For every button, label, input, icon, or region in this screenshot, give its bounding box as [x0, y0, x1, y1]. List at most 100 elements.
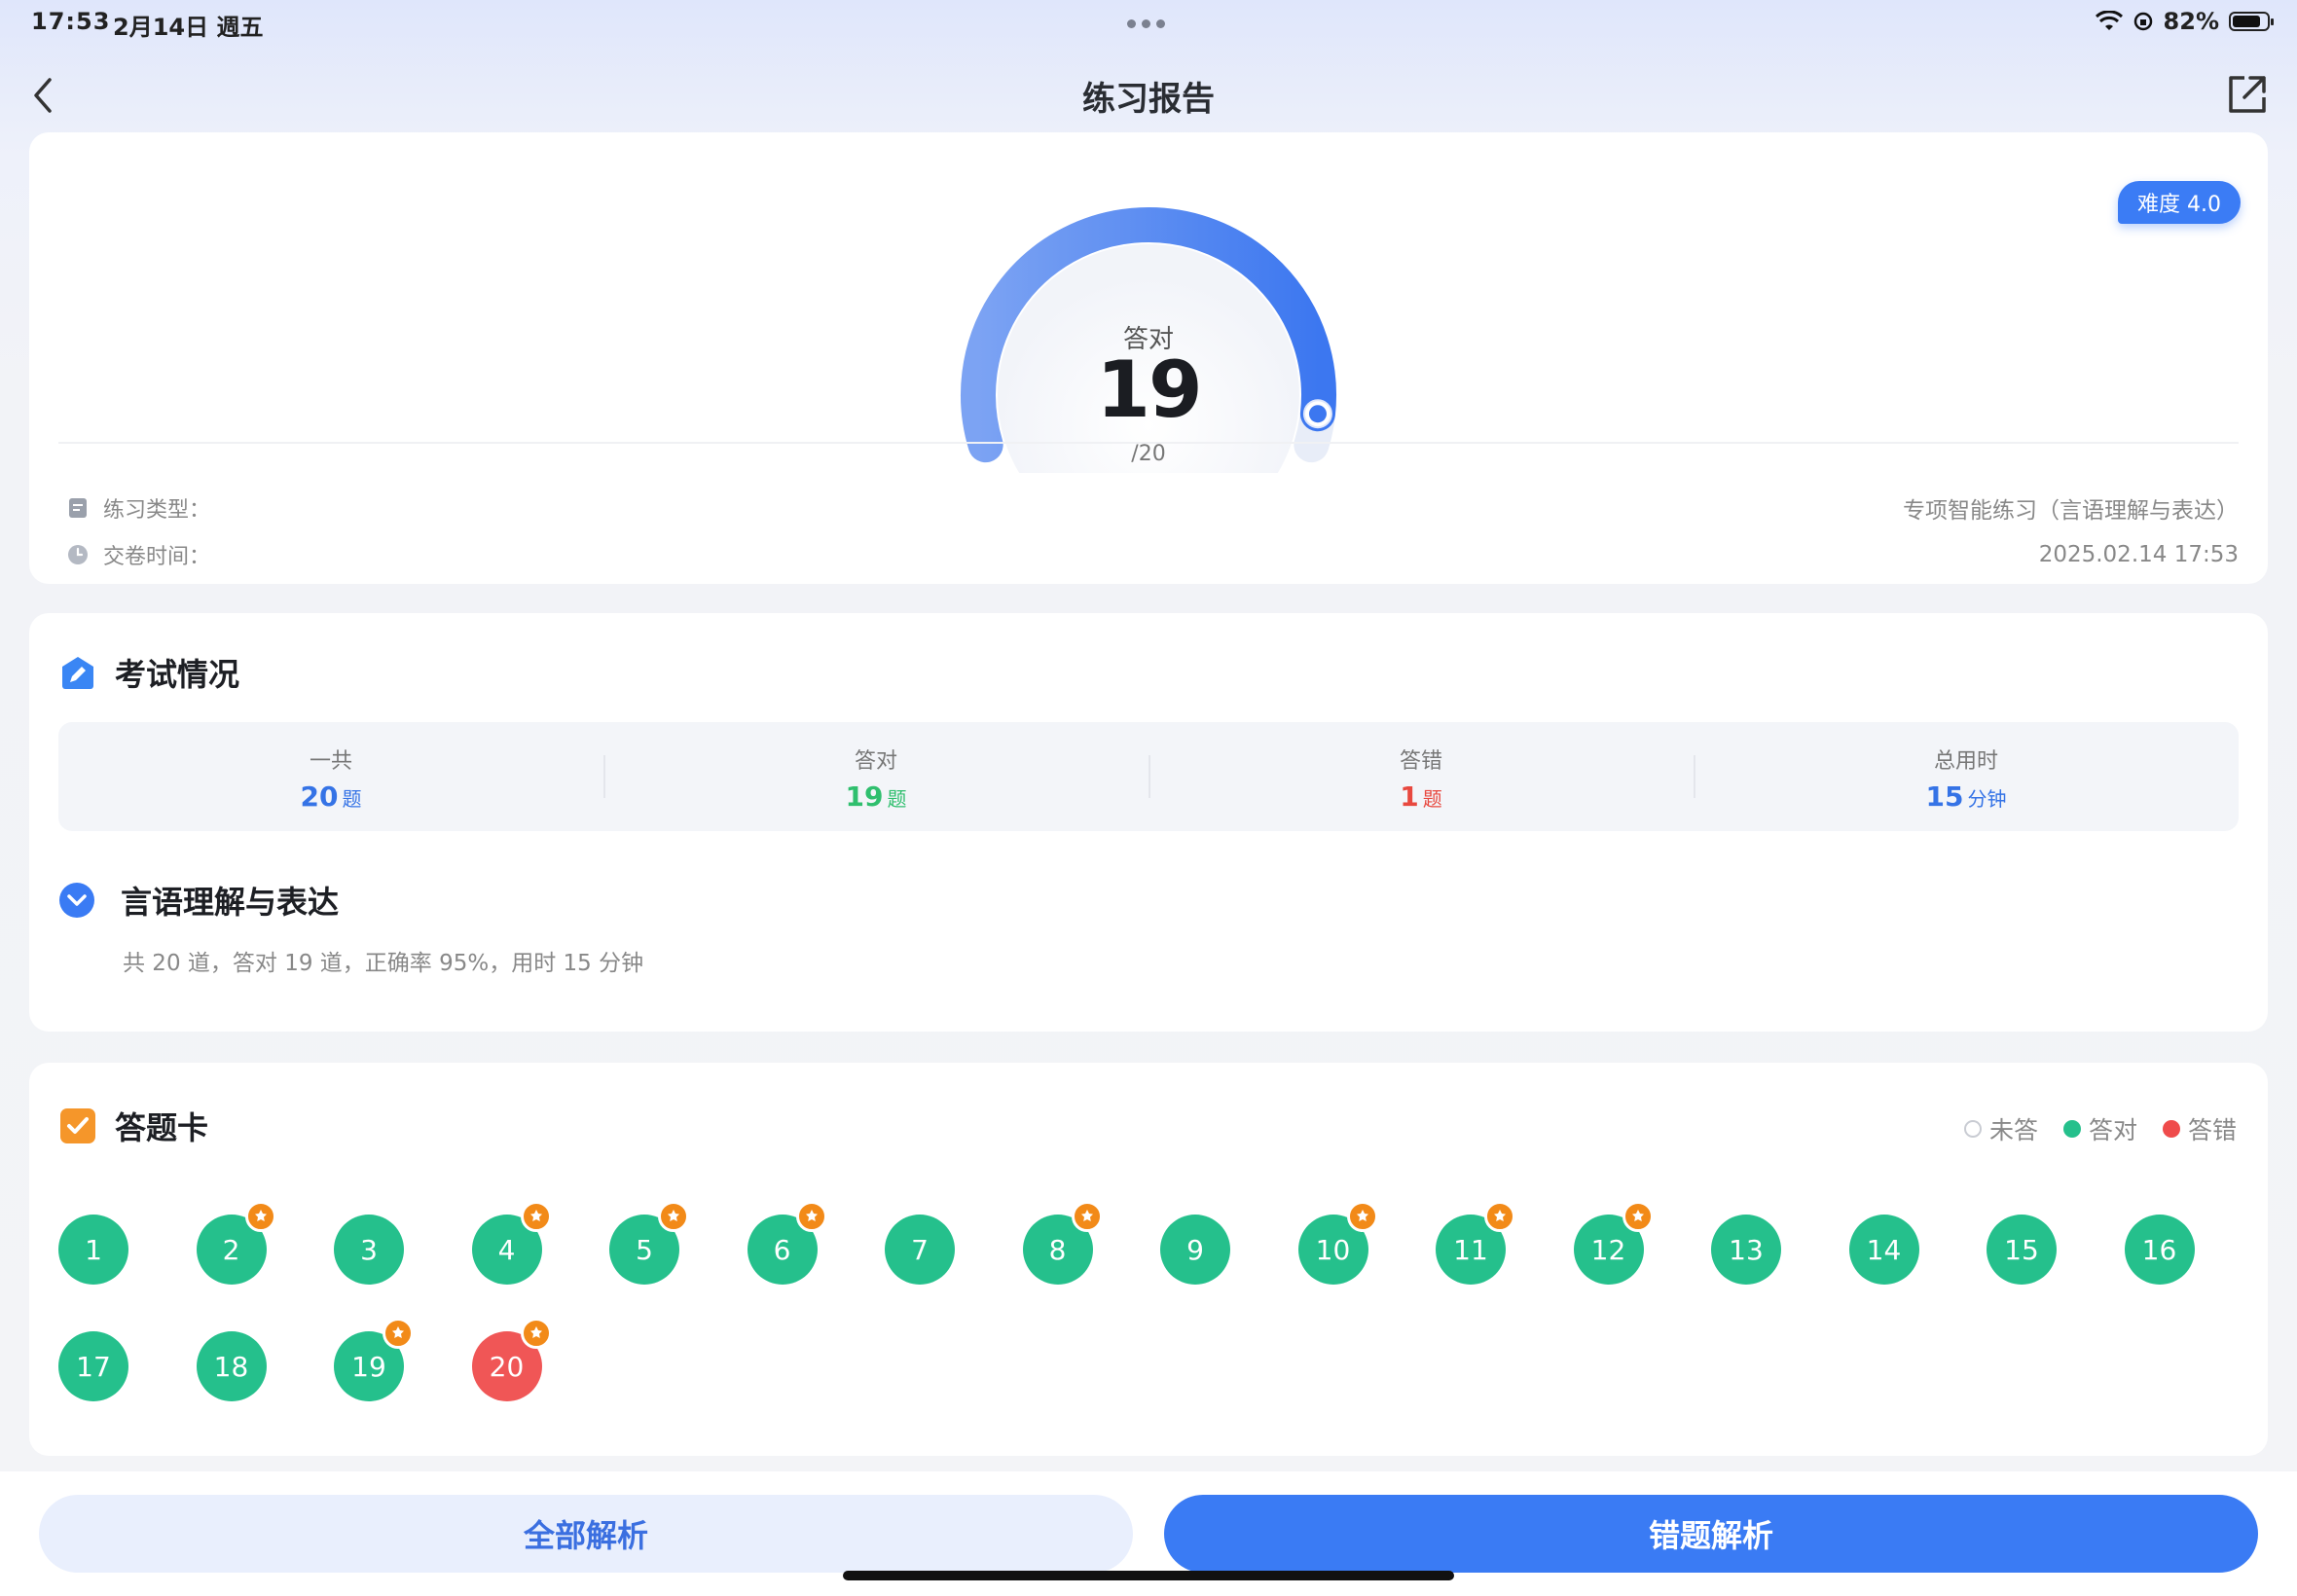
exam-section-header: 考试情况: [58, 650, 239, 695]
stat-unit: 分钟: [1967, 787, 2007, 811]
pencil-icon: [62, 657, 93, 689]
stat-label: 答对: [854, 749, 897, 774]
submit-time-row: 交卷时间： 2025.02.14 17:53: [66, 535, 2239, 574]
question-7-button[interactable]: 7: [885, 1215, 955, 1285]
question-5-button[interactable]: 5: [609, 1201, 689, 1285]
question-16-button[interactable]: 16: [2124, 1215, 2195, 1285]
legend-correct: 答对: [2062, 1111, 2137, 1146]
stat-unit: 题: [342, 787, 362, 811]
marked-pin-icon: [244, 1201, 276, 1232]
chevron-down-circle-icon: [59, 883, 94, 918]
question-9-button[interactable]: 9: [1160, 1215, 1230, 1285]
legend-label: 未答: [1988, 1116, 2038, 1144]
stat-total: 一共 20 题: [58, 722, 603, 831]
marked-pin-icon: [795, 1201, 827, 1232]
question-number: 20: [489, 1350, 525, 1383]
question-3-button[interactable]: 3: [334, 1215, 404, 1285]
marked-pin-icon: [520, 1201, 552, 1232]
question-13-button[interactable]: 13: [1711, 1215, 1781, 1285]
wifi-icon: [2095, 11, 2123, 30]
legend-unanswered: 未答: [1963, 1111, 2038, 1146]
stat-number: 20: [300, 780, 339, 813]
clock-icon: [68, 545, 88, 564]
submit-time-label: 交卷时间：: [103, 545, 211, 569]
status-date: 2月14日 週五: [113, 14, 264, 41]
section-summary: 共 20 道，答对 19 道，正确率 95%，用时 15 分钟: [123, 951, 644, 976]
marked-pin-icon: [1484, 1201, 1515, 1232]
question-15-button[interactable]: 15: [1987, 1215, 2057, 1285]
stat-number: 15: [1925, 780, 1964, 813]
question-number: 16: [2141, 1233, 2177, 1266]
question-number: 13: [1729, 1233, 1764, 1266]
stat-value: 20 题: [58, 780, 603, 813]
stat-number: 19: [845, 780, 884, 813]
summary-card: 难度 4.0 答对 19 /20 练习类型： 专项智能练习（言语理解与表达） 交…: [29, 132, 2268, 584]
stat-value: 19 题: [603, 780, 1148, 813]
question-10-button[interactable]: 10: [1297, 1201, 1378, 1285]
question-18-button[interactable]: 18: [196, 1331, 267, 1401]
stat-label: 一共: [309, 749, 352, 774]
page-title: 练习报告: [1082, 80, 1215, 119]
stat-value: 15 分钟: [1694, 780, 2239, 813]
stats-box: 一共 20 题 答对 19 题 答错 1题 总用时 15 分钟: [58, 722, 2239, 831]
stat-label: 答错: [1399, 749, 1442, 774]
divider: [58, 442, 2239, 444]
question-8-button[interactable]: 8: [1022, 1201, 1103, 1285]
question-11-button[interactable]: 11: [1436, 1201, 1515, 1285]
marked-pin-icon: [658, 1201, 689, 1232]
all-analysis-button[interactable]: 全部解析: [39, 1495, 1133, 1573]
stat-wrong: 答错 1题: [1148, 722, 1694, 831]
share-icon: [2229, 76, 2266, 113]
home-indicator[interactable]: [843, 1571, 1454, 1580]
total-count: /20: [1131, 442, 1166, 466]
correct-dot-icon: [2062, 1120, 2081, 1138]
exam-section-title: 考试情况: [115, 656, 240, 693]
question-14-button[interactable]: 14: [1848, 1215, 1919, 1285]
question-12-button[interactable]: 12: [1573, 1201, 1654, 1285]
status-time: 17:53: [31, 8, 111, 35]
score-gauge: 答对 19 /20: [934, 181, 1363, 546]
marked-pin-icon: [383, 1318, 414, 1349]
question-17-button[interactable]: 17: [58, 1331, 128, 1401]
stat-duration: 总用时 15 分钟: [1694, 722, 2239, 831]
question-19-button[interactable]: 19: [334, 1318, 414, 1401]
question-number: 3: [360, 1233, 378, 1266]
question-4-button[interactable]: 4: [471, 1201, 552, 1285]
stat-unit: 题: [887, 787, 907, 811]
wrong-dot-icon: [2162, 1120, 2180, 1138]
battery-percent: 82%: [2163, 8, 2219, 35]
exam-card: 考试情况 一共 20 题 答对 19 题 答错 1题 总用时 15 分钟 言语理解与表…: [29, 613, 2268, 1032]
question-number: 2: [222, 1233, 240, 1266]
practice-type-label: 练习类型：: [103, 498, 211, 523]
legend-wrong: 答错: [2162, 1111, 2237, 1146]
section-toggle[interactable]: 言语理解与表达: [58, 878, 339, 923]
question-number: 15: [2004, 1233, 2039, 1266]
question-6-button[interactable]: 6: [747, 1201, 827, 1285]
question-2-button[interactable]: 2: [196, 1201, 276, 1285]
share-button[interactable]: [2225, 72, 2270, 117]
section-title: 言语理解与表达: [121, 884, 340, 921]
legend-label: 答对: [2088, 1116, 2137, 1144]
legend: 未答 答对 答错: [1963, 1111, 2237, 1146]
battery-icon: [2229, 12, 2274, 31]
difficulty-badge: 难度 4.0: [2118, 181, 2241, 224]
question-number: 10: [1315, 1233, 1351, 1266]
wrong-analysis-button[interactable]: 错题解析: [1164, 1495, 2258, 1573]
question-number: 9: [1186, 1233, 1204, 1266]
correct-count: 19: [1096, 345, 1202, 435]
question-number: 8: [1048, 1233, 1067, 1266]
status-bar: 17:53 2月14日 週五 82%: [0, 0, 2297, 49]
submit-time-value: 2025.02.14 17:53: [2038, 542, 2239, 567]
stat-unit: 题: [1422, 787, 1442, 811]
question-number: 7: [911, 1233, 929, 1266]
question-number: 12: [1590, 1233, 1626, 1266]
stat-correct: 答对 19 题: [603, 722, 1148, 831]
practice-type-row: 练习类型： 专项智能练习（言语理解与表达）: [66, 489, 2239, 527]
practice-type-value: 专项智能练习（言语理解与表达）: [1903, 498, 2239, 524]
question-number: 11: [1453, 1233, 1488, 1266]
unanswered-dot-icon: [1963, 1120, 1982, 1138]
question-1-button[interactable]: 1: [58, 1215, 128, 1285]
multitask-dots-icon[interactable]: [1127, 19, 1165, 28]
question-number: 19: [351, 1350, 386, 1383]
question-20-button[interactable]: 20: [471, 1318, 552, 1401]
